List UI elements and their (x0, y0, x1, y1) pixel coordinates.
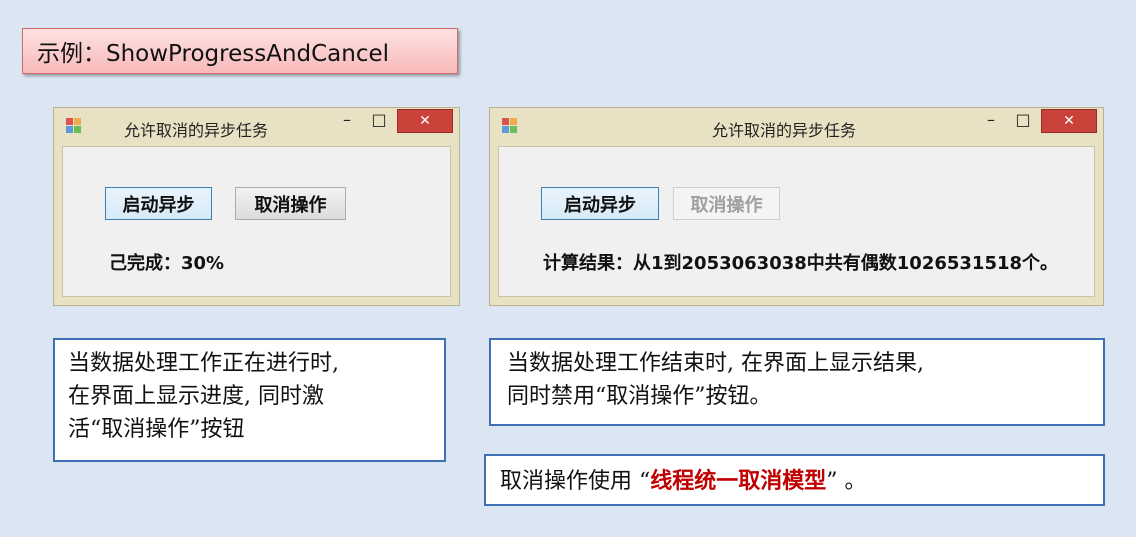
window-titlebar[interactable]: 允许取消的异步任务 – □ ✕ (490, 108, 1103, 146)
window-title: 允许取消的异步任务 (124, 121, 269, 140)
async-task-window-running: 允许取消的异步任务 – □ ✕ 启动异步 取消操作 己完成：30% (53, 107, 460, 306)
maximize-button[interactable]: □ (1010, 110, 1036, 130)
app-icon (502, 118, 518, 134)
callout-line: 同时禁用“取消操作”按钮。 (507, 384, 772, 409)
window-title: 允许取消的异步任务 (712, 121, 857, 140)
close-button[interactable]: ✕ (1041, 109, 1097, 133)
running-state-callout: 当数据处理工作正在进行时, 在界面上显示进度, 同时激 活“取消操作”按钮 (53, 338, 446, 462)
cancel-operation-button-disabled: 取消操作 (673, 187, 780, 220)
start-async-button[interactable]: 启动异步 (541, 187, 659, 220)
result-status-label: 计算结果：从1到2053063038中共有偶数1026531518个。 (543, 253, 1059, 274)
cancellation-model-callout: 取消操作使用 “线程统一取消模型” 。 (484, 454, 1105, 506)
progress-status-label: 己完成：30% (109, 253, 225, 274)
maximize-button[interactable]: □ (366, 110, 392, 130)
app-icon (66, 118, 82, 134)
window-titlebar[interactable]: 允许取消的异步任务 – □ ✕ (54, 108, 459, 146)
callout-line: 活“取消操作”按钮 (68, 417, 245, 442)
example-title-banner: 示例：ShowProgressAndCancel (22, 28, 458, 74)
window-client-area: 启动异步 取消操作 己完成：30% (62, 146, 451, 297)
callout-line: 当数据处理工作正在进行时, (68, 351, 339, 376)
cancellation-model-name: 线程统一取消模型 (650, 468, 827, 494)
finished-state-callout: 当数据处理工作结束时, 在界面上显示结果, 同时禁用“取消操作”按钮。 (489, 338, 1105, 426)
minimize-button[interactable]: – (334, 110, 360, 130)
cancel-operation-button[interactable]: 取消操作 (235, 187, 346, 220)
callout-line: 取消操作使用 “线程统一取消模型” 。 (500, 465, 1103, 498)
callout-line: 在界面上显示进度, 同时激 (68, 384, 324, 409)
window-client-area: 启动异步 取消操作 计算结果：从1到2053063038中共有偶数1026531… (498, 146, 1095, 297)
start-async-button[interactable]: 启动异步 (105, 187, 212, 220)
async-task-window-finished: 允许取消的异步任务 – □ ✕ 启动异步 取消操作 计算结果：从1到205306… (489, 107, 1104, 306)
callout-line: 当数据处理工作结束时, 在界面上显示结果, (507, 351, 924, 376)
close-button[interactable]: ✕ (397, 109, 453, 133)
callout-suffix: ” 。 (826, 469, 867, 494)
minimize-button[interactable]: – (978, 110, 1004, 130)
callout-prefix: 取消操作使用 “ (500, 469, 651, 494)
